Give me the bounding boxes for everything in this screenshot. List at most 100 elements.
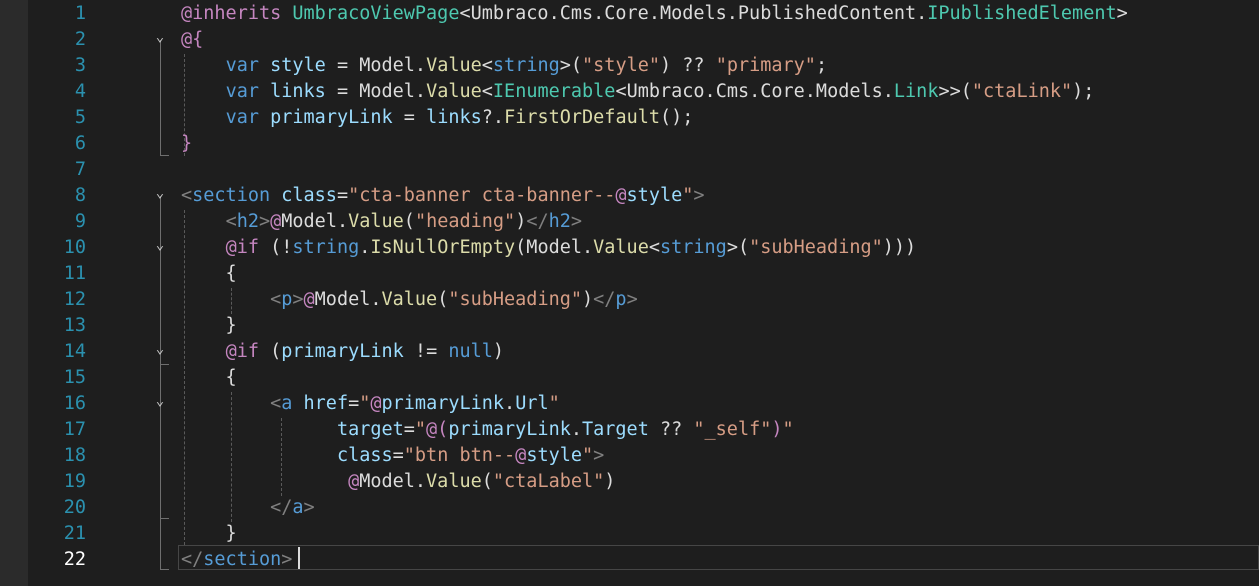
- code-token: style: [626, 185, 683, 206]
- code-token: </: [593, 289, 616, 310]
- code-token: =: [403, 419, 415, 440]
- code-line[interactable]: 4 var links = Model.Value<IEnumerable<Um…: [0, 79, 1259, 105]
- code-line[interactable]: 17 target="@(primaryLink.Target ?? "_sel…: [0, 417, 1259, 443]
- code-token: "subHeading": [749, 237, 883, 258]
- code-text: @if (primaryLink != null): [181, 339, 505, 365]
- code-token: = Model.: [325, 81, 427, 102]
- code-line[interactable]: 18 class="btn btn--@style">: [0, 443, 1259, 469]
- code-line[interactable]: 1 @inherits UmbracoViewPage<Umbraco.Cms.C…: [0, 1, 1259, 27]
- code-line[interactable]: 10 @if (!string.IsNullOrEmpty(Model.Valu…: [0, 235, 1259, 261]
- code-token: {: [181, 263, 237, 284]
- code-token: (!: [258, 237, 293, 258]
- code-line[interactable]: 2 @{: [0, 27, 1259, 53]
- line-number: 9: [74, 211, 86, 232]
- code-token: "btn btn--: [403, 445, 516, 466]
- code-line[interactable]: 14 @if (primaryLink != null): [0, 339, 1259, 365]
- code-line[interactable]: 21 }: [0, 521, 1259, 547]
- code-text: </section>: [181, 547, 292, 573]
- code-token: ": [582, 445, 594, 466]
- code-token: "primary": [715, 55, 816, 76]
- line-number: 10: [63, 237, 86, 258]
- code-text: {: [181, 365, 237, 391]
- code-token: links: [270, 81, 326, 102]
- code-line[interactable]: 19 @Model.Value("ctaLabel"): [0, 469, 1259, 495]
- code-token: @: [303, 289, 315, 310]
- code-token: section: [192, 185, 271, 206]
- code-line[interactable]: 9 <h2>@Model.Value("heading")</h2>: [0, 209, 1259, 235]
- code-line[interactable]: 5 var primaryLink = links?.FirstOrDefaul…: [0, 105, 1259, 131]
- code-token: Value: [426, 471, 482, 492]
- code-token: <: [270, 289, 282, 310]
- code-token: ": [359, 393, 371, 414]
- code-editor[interactable]: 1 @inherits UmbracoViewPage<Umbraco.Cms.C…: [0, 0, 1259, 586]
- code-token: .: [359, 237, 371, 258]
- code-token: {: [181, 367, 237, 388]
- code-token: "cta-banner cta-banner--: [348, 185, 616, 206]
- line-number: 11: [63, 263, 86, 284]
- code-token: string: [659, 237, 727, 258]
- code-line[interactable]: 15 {: [0, 365, 1259, 391]
- code-text: {: [181, 261, 237, 287]
- code-token: =: [348, 393, 360, 414]
- code-token: style: [270, 55, 326, 76]
- code-line[interactable]: 16 <a href="@primaryLink.Url": [0, 391, 1259, 417]
- code-line[interactable]: 13 }: [0, 313, 1259, 339]
- code-text: <a href="@primaryLink.Url": [181, 391, 560, 417]
- code-line[interactable]: 12 <p>@Model.Value("subHeading")</p>: [0, 287, 1259, 313]
- code-token: primaryLink: [270, 107, 393, 128]
- code-line[interactable]: 11 {: [0, 261, 1259, 287]
- fold-chevron-icon[interactable]: ⌄: [151, 232, 169, 258]
- code-token: ) ??: [660, 55, 716, 76]
- code-token: @: [370, 393, 382, 414]
- code-token: null: [448, 341, 493, 362]
- code-line[interactable]: 3 var style = Model.Value<string>("style…: [0, 53, 1259, 79]
- code-text: @inherits UmbracoViewPage<Umbraco.Cms.Co…: [181, 1, 1128, 27]
- code-token: style: [526, 445, 583, 466]
- code-token: }: [181, 523, 237, 544]
- code-line[interactable]: 7: [0, 157, 1259, 183]
- fold-chevron-icon[interactable]: ⌄: [151, 180, 169, 206]
- code-token: "heading": [414, 211, 516, 232]
- code-token: >: [626, 289, 638, 310]
- code-text: @{: [181, 27, 203, 53]
- code-token: "subHeading": [448, 289, 582, 310]
- code-token: "style": [582, 55, 660, 76]
- code-text: }: [181, 131, 192, 157]
- code-token: @(: [426, 419, 449, 440]
- line-number: 18: [63, 445, 86, 466]
- code-token: string: [292, 237, 360, 258]
- code-token: ): [604, 471, 616, 492]
- line-number: 6: [74, 133, 86, 154]
- fold-chevron-icon[interactable]: ⌄: [151, 24, 169, 50]
- code-line[interactable]: 6}: [0, 131, 1259, 157]
- code-token: h2: [548, 211, 571, 232]
- code-token: @: [615, 185, 627, 206]
- code-token: }: [181, 315, 237, 336]
- code-token: .: [570, 419, 582, 440]
- code-token: >: [281, 549, 293, 570]
- code-line[interactable]: 22 </section>: [0, 547, 1259, 573]
- code-text: @Model.Value("ctaLabel"): [181, 469, 615, 495]
- code-token: !=: [403, 341, 449, 362]
- code-line[interactable]: 20 </a>: [0, 495, 1259, 521]
- code-token: @: [348, 471, 360, 492]
- code-token: href: [303, 393, 349, 414]
- code-token: p: [281, 289, 293, 310]
- fold-chevron-icon[interactable]: ⌄: [151, 388, 169, 414]
- fold-chevron-icon[interactable]: ⌄: [151, 336, 169, 362]
- line-number: 7: [74, 159, 86, 180]
- code-line[interactable]: 8 <section class="cta-banner cta-banner--…: [0, 183, 1259, 209]
- text-caret: [298, 547, 300, 569]
- code-token: ): [492, 341, 505, 362]
- code-token: (: [403, 211, 415, 232]
- code-token: (: [481, 471, 493, 492]
- code-token: string: [492, 55, 560, 76]
- code-token: Model.: [281, 211, 349, 232]
